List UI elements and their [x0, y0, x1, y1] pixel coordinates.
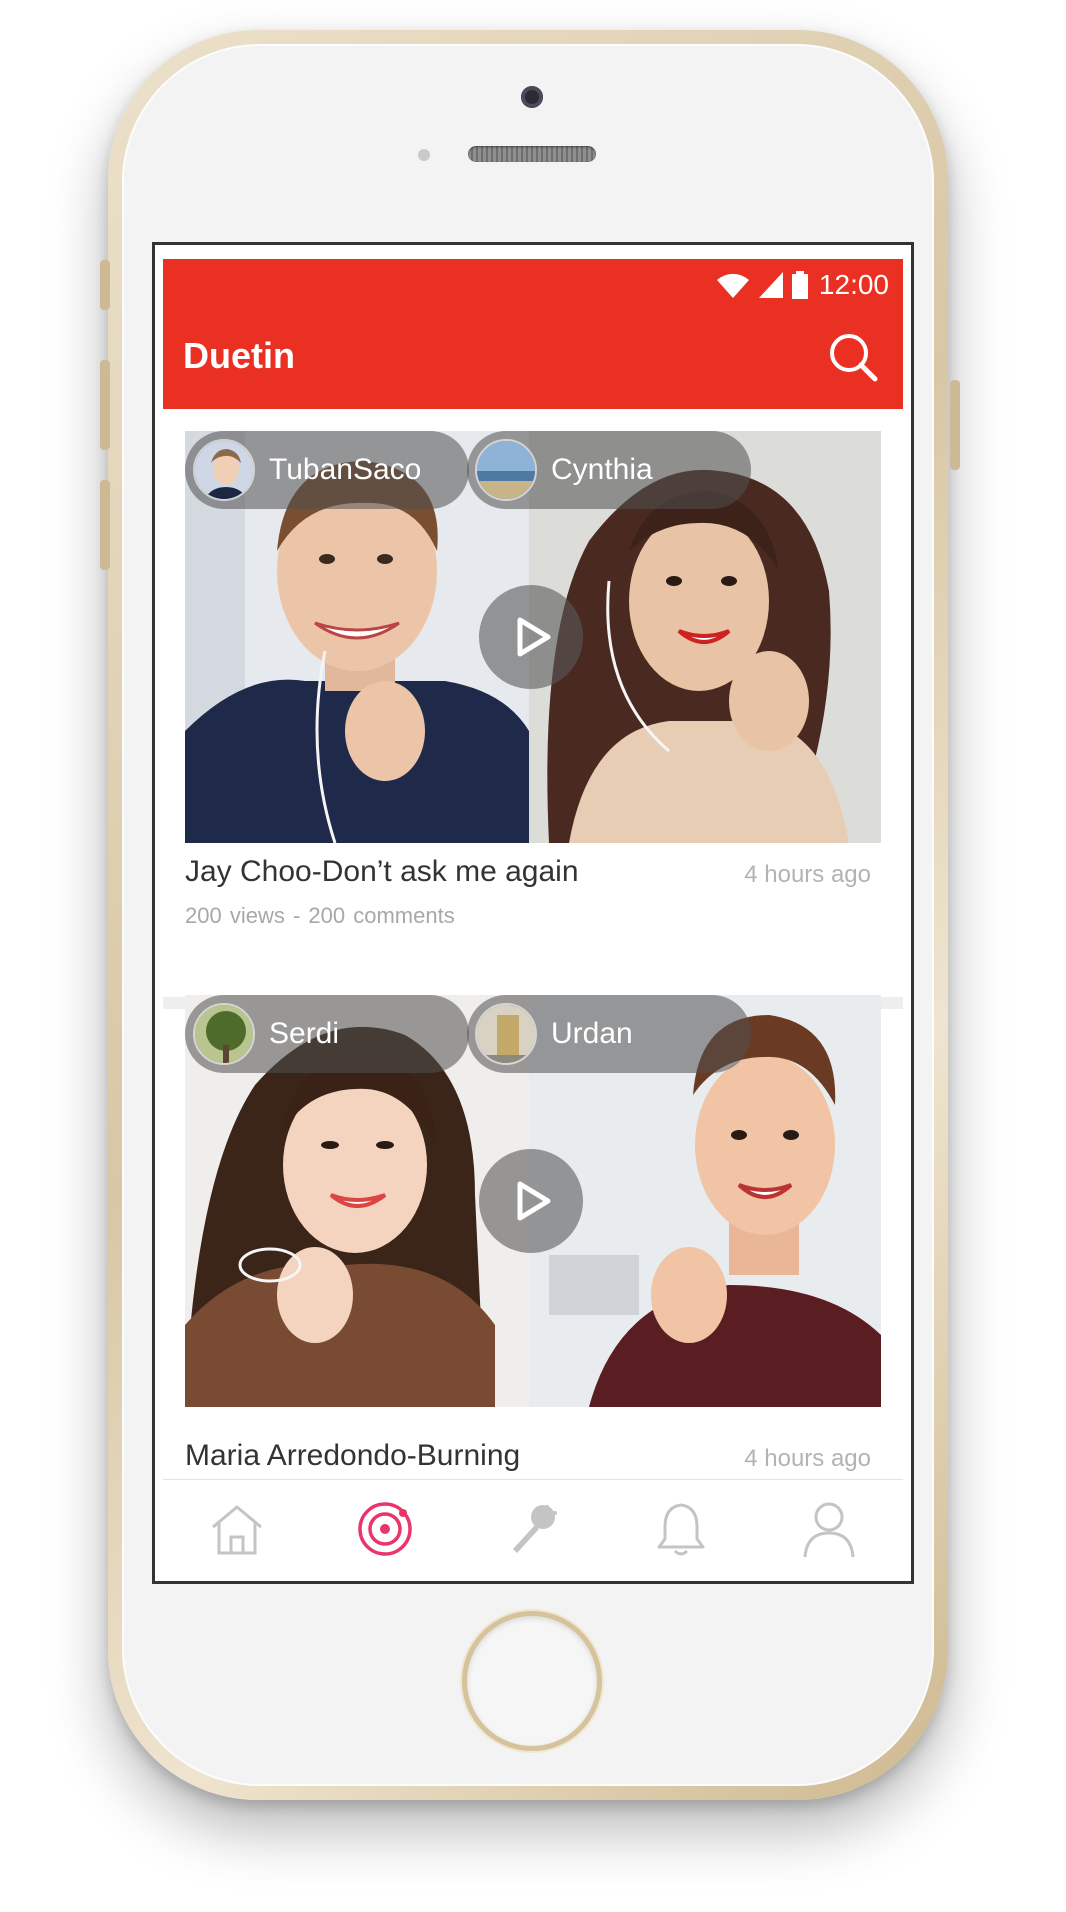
nav-profile[interactable] [774, 1489, 884, 1569]
right-user-tag[interactable]: Urdan [467, 995, 751, 1073]
avatar [193, 439, 255, 501]
nav-discover[interactable] [330, 1489, 440, 1569]
home-button[interactable] [462, 1611, 602, 1751]
status-bar: 12:00 [163, 259, 903, 309]
nav-sing[interactable] [478, 1489, 588, 1569]
volume-up-button [100, 360, 110, 450]
volume-down-button [100, 480, 110, 570]
play-button[interactable] [479, 585, 583, 689]
search-icon [830, 334, 878, 382]
avatar [475, 1003, 537, 1065]
bottom-nav [163, 1479, 903, 1577]
username: TubanSaco [269, 453, 422, 486]
power-button [950, 380, 960, 470]
mute-switch [100, 260, 110, 310]
duet-thumbnail[interactable]: Serdi Urdan [185, 995, 881, 1407]
song-title[interactable]: Jay Choo-Don’t ask me again [185, 855, 579, 889]
username: Urdan [551, 1017, 633, 1050]
right-user-tag[interactable]: Cynthia [467, 431, 751, 509]
signal-icon [758, 272, 783, 298]
home-icon [212, 1505, 262, 1555]
views-count: 200 views [185, 903, 285, 928]
stats-separator: - [292, 903, 301, 928]
comments-count: 200 comments [308, 903, 455, 928]
microphone-icon [513, 1505, 557, 1553]
avatar [193, 1003, 255, 1065]
wifi-icon [716, 273, 749, 298]
play-icon [517, 1181, 551, 1221]
nav-notifications[interactable] [626, 1489, 736, 1569]
search-button[interactable] [825, 329, 881, 385]
username: Cynthia [551, 453, 653, 486]
posted-time: 4 hours ago [744, 861, 871, 888]
screen-frame: 12:00 Duetin TubanSaco Cynthia Jay Choo-… [152, 242, 914, 1584]
avatar [475, 439, 537, 501]
earpiece-speaker [468, 146, 596, 162]
duet-thumbnail[interactable]: TubanSaco Cynthia [185, 431, 881, 843]
duet-feed: TubanSaco Cynthia Jay Choo-Don’t ask me … [163, 409, 903, 1479]
battery-icon [791, 271, 808, 299]
front-camera [521, 86, 543, 108]
posted-time: 4 hours ago [744, 1445, 871, 1472]
left-user-tag[interactable]: Serdi [185, 995, 469, 1073]
song-title[interactable]: Maria Arredondo-Burning [185, 1439, 520, 1473]
play-icon [517, 617, 551, 657]
bell-icon [657, 1503, 705, 1556]
card-stats: 200 views - 200 comments [185, 903, 455, 929]
nav-home[interactable] [182, 1489, 292, 1569]
username: Serdi [269, 1017, 340, 1050]
app-title: Duetin [183, 335, 295, 376]
app-screen: 12:00 Duetin TubanSaco Cynthia Jay Choo-… [163, 259, 903, 1577]
profile-icon [803, 1502, 855, 1558]
play-button[interactable] [479, 1149, 583, 1253]
status-time: 12:00 [818, 269, 889, 300]
app-bar: Duetin [163, 309, 903, 409]
left-user-tag[interactable]: TubanSaco [185, 431, 469, 509]
proximity-sensor [418, 149, 430, 161]
discover-icon [358, 1502, 412, 1556]
